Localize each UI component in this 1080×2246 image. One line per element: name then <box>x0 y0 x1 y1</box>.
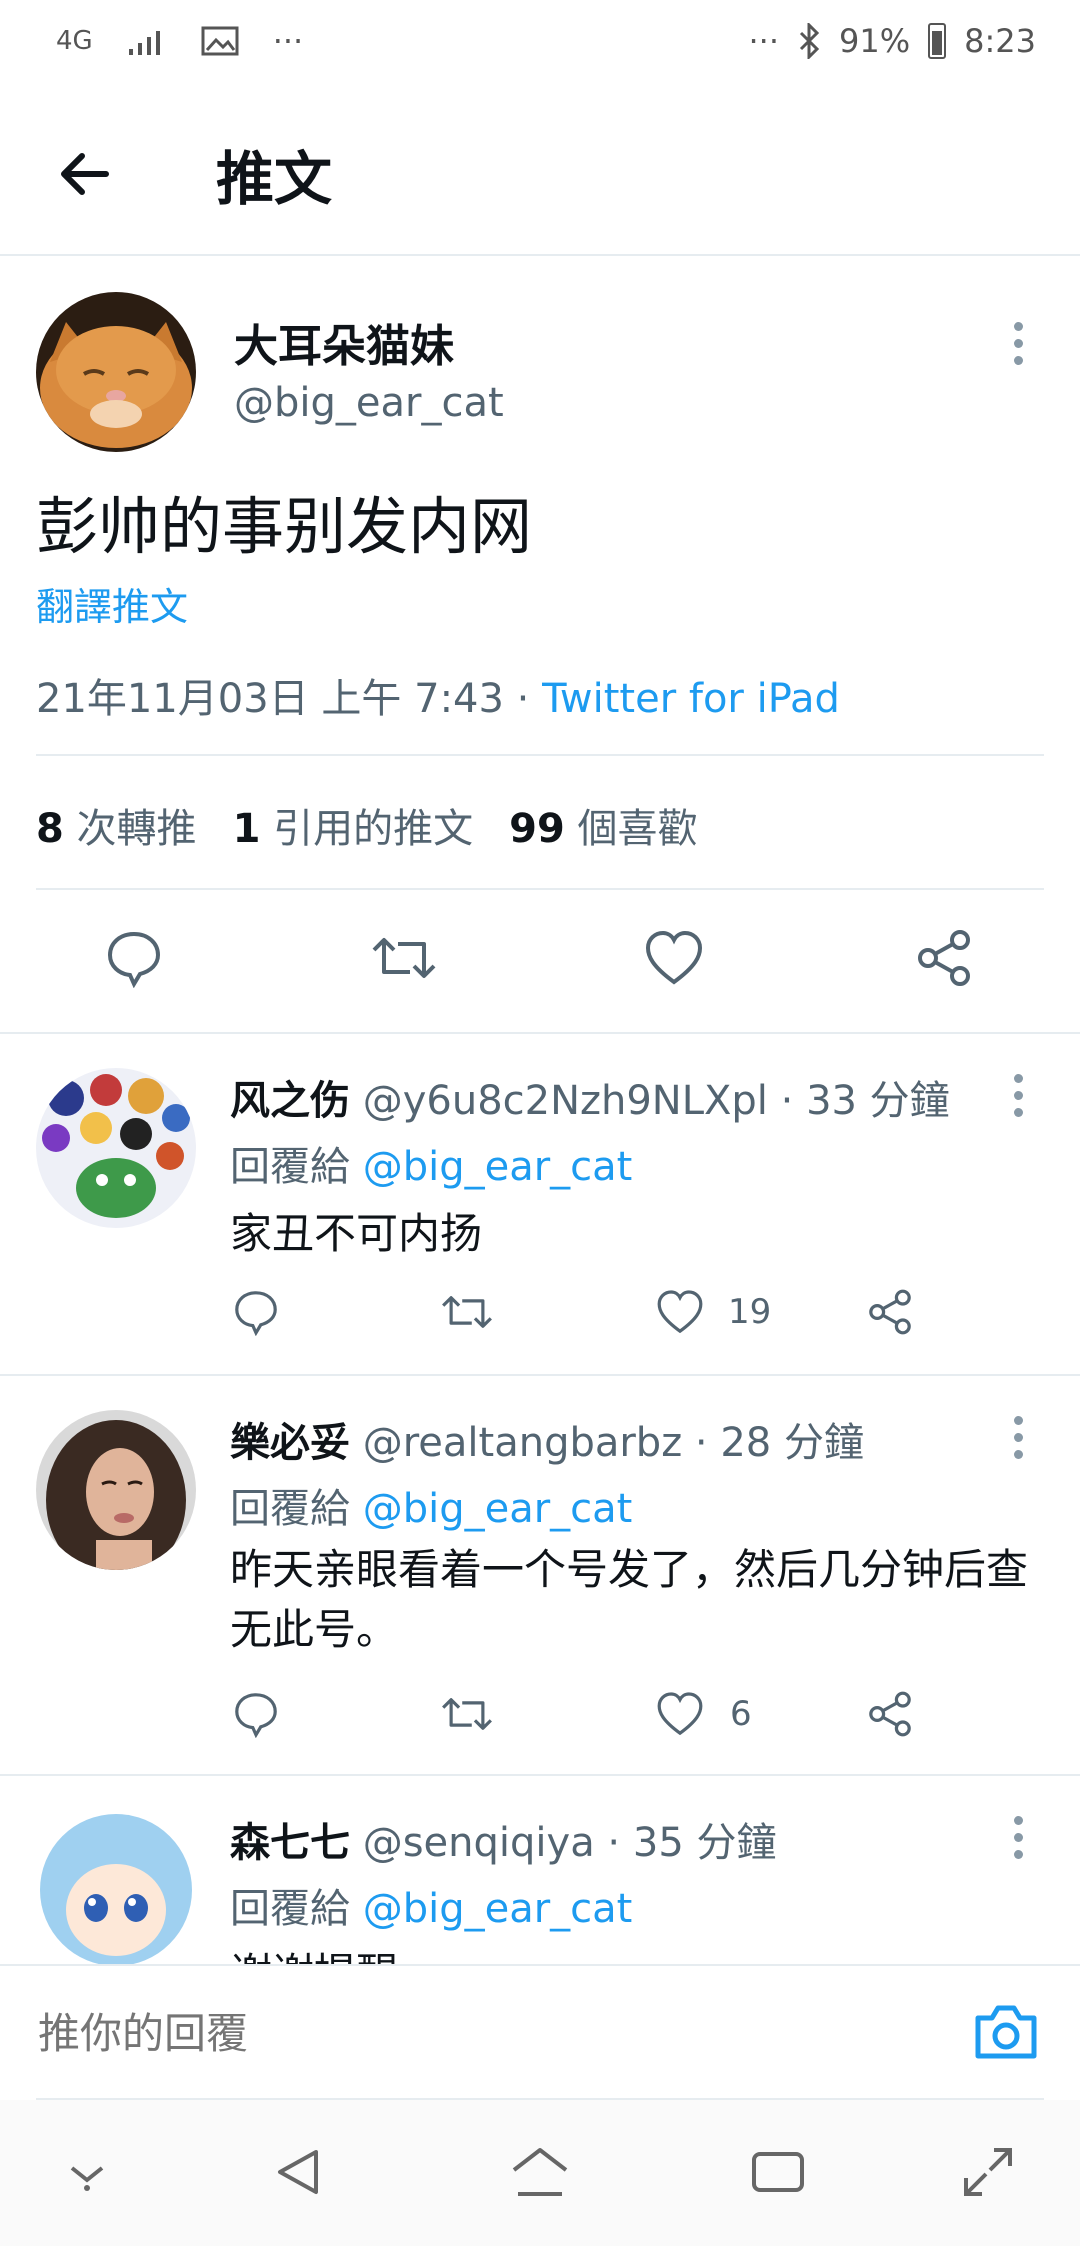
more-options-icon[interactable] <box>1012 1416 1024 1459</box>
camera-icon[interactable] <box>972 2000 1040 2064</box>
main-tweet: 大耳朵猫妹 @big_ear_cat 彭帅的事别发内网 翻譯推文 21年11月0… <box>0 256 1080 1032</box>
more-status-icon: ··· <box>748 22 780 60</box>
clock: 8:23 <box>964 22 1036 60</box>
engagement-stats: 8 次轉推 1 引用的推文 99 個喜歡 <box>36 796 698 854</box>
display-name[interactable]: 风之伤 <box>230 1078 350 1124</box>
reply-composer <box>0 1964 1080 2102</box>
more-options-icon[interactable] <box>1012 1816 1024 1859</box>
retweet-count[interactable]: 8 次轉推 <box>36 796 197 854</box>
reply-input[interactable] <box>36 1994 940 2072</box>
reply-tweet[interactable]: 风之伤 @y6u8c2Nzh9NLXpl · 33 分鐘 回覆給 @big_ea… <box>0 1034 1080 1374</box>
more-options-icon[interactable] <box>1012 1074 1024 1117</box>
share-icon[interactable] <box>866 1288 914 1336</box>
display-name[interactable]: 樂必妥 <box>230 1420 350 1466</box>
retweet-icon[interactable] <box>440 1288 494 1336</box>
avatar[interactable] <box>36 1068 196 1228</box>
user-handle[interactable]: @realtangbarbz <box>363 1420 682 1466</box>
display-name[interactable]: 森七七 <box>230 1820 350 1866</box>
quote-count[interactable]: 1 引用的推文 <box>233 796 474 854</box>
replying-to: 回覆給 @big_ear_cat <box>230 1144 633 1190</box>
reply-text: 昨天亲眼看着一个号发了，然后几分钟后查无此号。 <box>230 1545 1029 1654</box>
reply-header: 樂必妥 @realtangbarbz · 28 分鐘 <box>230 1410 864 1468</box>
avatar[interactable] <box>36 1810 196 1964</box>
reply-time: · 28 分鐘 <box>682 1420 864 1466</box>
reply-tweet[interactable]: 森七七 @senqiqiya · 35 分鐘 回覆給 @big_ear_cat … <box>0 1776 1080 1964</box>
reply-time: · 33 分鐘 <box>767 1078 950 1124</box>
share-icon[interactable] <box>866 1690 914 1738</box>
share-icon[interactable] <box>914 928 974 988</box>
bluetooth-icon <box>799 23 820 59</box>
like-icon[interactable] <box>644 928 704 988</box>
top-app-bar: 推文 <box>0 90 1080 256</box>
mention-link[interactable]: @big_ear_cat <box>363 1486 633 1532</box>
nav-recents-icon[interactable] <box>748 2148 808 2196</box>
divider <box>36 888 1044 890</box>
reply-header: 风之伤 @y6u8c2Nzh9NLXpl · 33 分鐘 <box>230 1068 950 1126</box>
like-icon[interactable] <box>656 1690 704 1738</box>
like-count: 19 <box>728 1292 772 1332</box>
avatar[interactable] <box>36 1410 196 1570</box>
nav-back-icon[interactable] <box>272 2144 328 2200</box>
more-notifications-icon: ··· <box>272 22 304 60</box>
chevron-down-icon[interactable] <box>62 2158 112 2194</box>
reply-header: 森七七 @senqiqiya · 35 分鐘 <box>230 1810 776 1868</box>
tweet-text: 彭帅的事别发内网 <box>36 490 533 563</box>
retweet-icon[interactable] <box>440 1690 494 1738</box>
reply-tweet[interactable]: 樂必妥 @realtangbarbz · 28 分鐘 回覆給 @big_ear_… <box>0 1376 1080 1774</box>
reply-text: 谢谢提醒 <box>230 1940 398 1964</box>
page-title: 推文 <box>216 145 333 213</box>
more-options-icon[interactable] <box>1012 322 1024 365</box>
network-type: 4G <box>56 26 93 56</box>
signal-icon <box>128 31 160 55</box>
gallery-icon <box>201 26 239 56</box>
reply-icon[interactable] <box>104 928 164 988</box>
expand-icon[interactable] <box>958 2142 1018 2202</box>
like-count: 6 <box>730 1694 752 1734</box>
reply-icon[interactable] <box>232 1690 280 1738</box>
back-arrow-icon[interactable] <box>48 138 120 210</box>
nav-home-icon[interactable] <box>508 2144 572 2200</box>
avatar[interactable] <box>36 292 196 452</box>
mention-link[interactable]: @big_ear_cat <box>363 1144 633 1190</box>
replying-to: 回覆給 @big_ear_cat <box>230 1486 633 1532</box>
mention-link[interactable]: @big_ear_cat <box>363 1886 633 1932</box>
display-name[interactable]: 大耳朵猫妹 <box>234 310 454 374</box>
like-icon[interactable] <box>656 1288 704 1336</box>
translate-tweet-link[interactable]: 翻譯推文 <box>36 576 188 631</box>
source-link[interactable]: Twitter for iPad <box>542 676 840 722</box>
replying-to: 回覆給 @big_ear_cat <box>230 1886 633 1932</box>
battery-percent: 91% <box>839 22 911 60</box>
status-bar: 4G ··· ··· 91% 8:23 <box>0 0 1080 90</box>
user-handle[interactable]: @senqiqiya <box>363 1820 595 1866</box>
battery-icon <box>928 23 947 59</box>
divider <box>36 754 1044 756</box>
user-handle[interactable]: @big_ear_cat <box>234 380 504 426</box>
reply-icon[interactable] <box>232 1288 280 1336</box>
like-count[interactable]: 99 個喜歡 <box>509 796 697 854</box>
tweet-timestamp: 21年11月03日 上午 7:43 · Twitter for iPad <box>36 666 840 724</box>
retweet-icon[interactable] <box>370 928 438 988</box>
reply-time: · 35 分鐘 <box>594 1820 777 1866</box>
timestamp-text: 21年11月03日 上午 7:43 · <box>36 676 543 722</box>
user-handle[interactable]: @y6u8c2Nzh9NLXpl <box>363 1078 768 1124</box>
system-nav-bar <box>0 2100 1080 2246</box>
reply-text: 家丑不可内扬 <box>230 1209 483 1258</box>
